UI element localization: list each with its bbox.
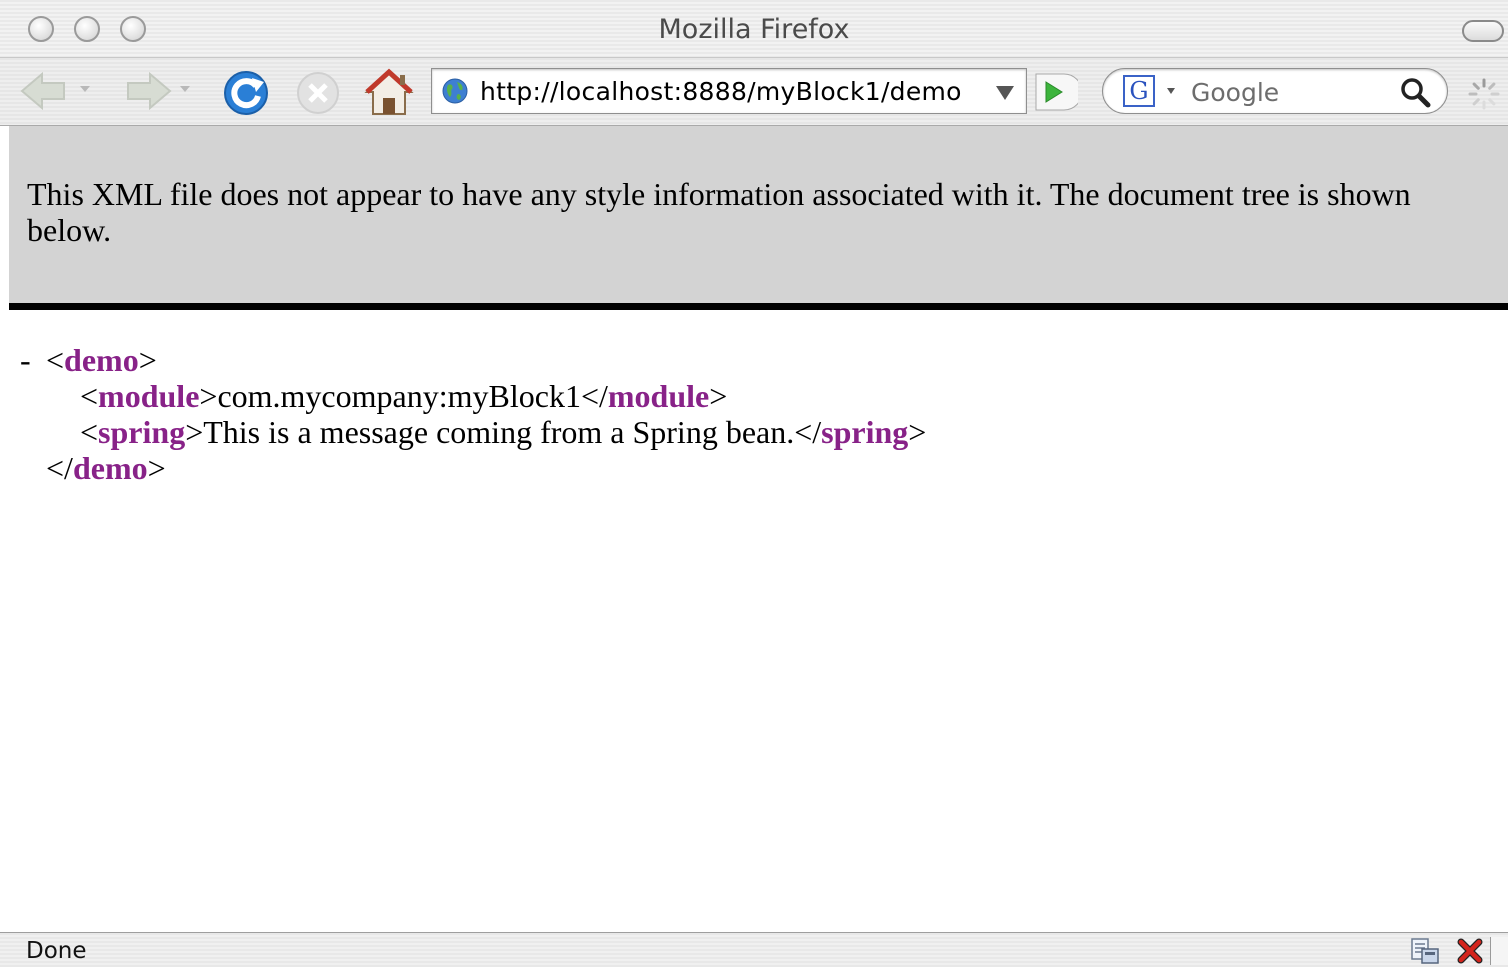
xml-module-element: <module>com.mycompany:myBlock1</module>: [80, 378, 728, 414]
xml-tag-name: demo: [72, 450, 148, 486]
toolbar-toggle-button[interactable]: [1462, 20, 1504, 42]
xml-info-message: This XML file does not appear to have an…: [27, 176, 1411, 248]
home-button[interactable]: [364, 68, 414, 115]
home-icon: [364, 68, 414, 115]
search-box[interactable]: G Google: [1102, 68, 1448, 114]
back-history-caret-icon[interactable]: [80, 86, 90, 92]
loading-spinner-icon: [1468, 78, 1500, 110]
xml-close-demo: </demo>: [46, 450, 166, 486]
xml-open-demo: <demo>: [46, 342, 157, 378]
go-button[interactable]: [1034, 72, 1083, 112]
xml-info-notice: This XML file does not appear to have an…: [9, 126, 1508, 310]
xml-spring-element: <spring>This is a message coming from a …: [80, 414, 927, 450]
window-title: Mozilla Firefox: [658, 14, 850, 45]
status-text: Done: [26, 938, 87, 964]
search-input[interactable]: Google: [1191, 78, 1279, 107]
globe-icon: [442, 78, 468, 104]
go-arrow-icon: [1035, 73, 1083, 111]
collapse-toggle[interactable]: -: [20, 342, 31, 378]
xml-tag-name: module: [607, 378, 710, 414]
xml-module-value: com.mycompany:myBlock1: [217, 378, 581, 414]
resize-grip[interactable]: [1490, 937, 1508, 965]
navigation-toolbar: http://localhost:8888/myBlock1/demo G Go…: [0, 58, 1508, 126]
forward-history-caret-icon[interactable]: [180, 86, 190, 92]
xml-tag-name: demo: [64, 342, 139, 378]
page-info-icon[interactable]: [1410, 937, 1440, 965]
back-button[interactable]: [18, 68, 65, 114]
reload-button[interactable]: [222, 68, 268, 115]
magnifier-icon[interactable]: [1399, 76, 1431, 108]
stop-icon: [297, 72, 339, 114]
stop-button[interactable]: [294, 68, 340, 114]
xml-tag-name: module: [98, 378, 200, 414]
reload-icon: [224, 71, 268, 115]
error-x-icon[interactable]: [1456, 938, 1484, 964]
forward-button[interactable]: [120, 68, 172, 114]
back-arrow-icon: [20, 71, 65, 111]
google-engine-icon[interactable]: G: [1123, 75, 1155, 107]
engine-dropdown-caret-icon[interactable]: [1167, 88, 1175, 94]
forward-arrow-icon: [127, 71, 172, 111]
address-bar[interactable]: http://localhost:8888/myBlock1/demo: [431, 68, 1027, 114]
xml-spring-value: This is a message coming from a Spring b…: [203, 414, 795, 450]
xml-tag-name: spring: [821, 414, 909, 450]
xml-tag-name: spring: [98, 414, 186, 450]
title-bar: Mozilla Firefox: [0, 0, 1508, 58]
url-history-dropdown-icon[interactable]: [996, 86, 1014, 100]
status-bar: Done: [0, 932, 1508, 967]
url-text[interactable]: http://localhost:8888/myBlock1/demo: [480, 77, 962, 106]
